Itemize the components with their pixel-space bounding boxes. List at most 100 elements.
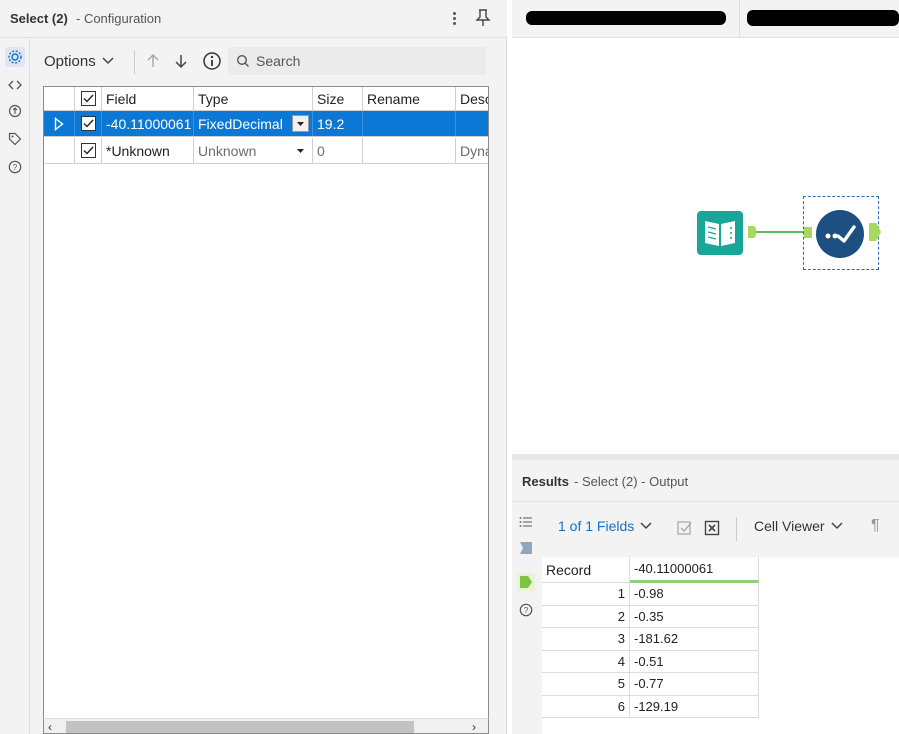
input-anchor-icon[interactable] — [517, 539, 535, 557]
record-number-cell: 3 — [542, 628, 630, 651]
pin-icon[interactable] — [475, 8, 491, 28]
chevron-down-icon — [831, 522, 843, 530]
column-header-size[interactable]: Size — [313, 87, 363, 110]
table-row[interactable]: 4 -0.51 — [542, 650, 759, 673]
workflow-tab[interactable] — [512, 0, 740, 38]
toolbar-divider — [736, 517, 737, 541]
gear-icon[interactable] — [5, 47, 25, 67]
rename-cell[interactable] — [363, 138, 456, 163]
horizontal-scrollbar[interactable]: ‹ › — [43, 718, 489, 734]
results-header: Results - Select (2) - Output — [512, 460, 899, 502]
help-icon[interactable]: ? — [5, 157, 25, 177]
value-cell[interactable]: -129.19 — [630, 695, 759, 718]
move-down-arrow-icon[interactable] — [172, 52, 190, 70]
value-column-header[interactable]: -40.11000061 — [630, 557, 759, 583]
options-dropdown-button[interactable]: Options — [36, 48, 122, 74]
move-up-arrow-icon[interactable] — [144, 52, 162, 70]
workflow-tab[interactable] — [741, 0, 899, 38]
scroll-left-chevron-icon[interactable]: ‹ — [48, 720, 60, 734]
search-box[interactable] — [228, 47, 486, 75]
configuration-header: Select (2) - Configuration — [0, 0, 507, 38]
connection-line[interactable] — [756, 231, 804, 233]
table-row[interactable]: 1 -0.98 — [542, 583, 759, 606]
fields-selector-button[interactable]: 1 of 1 Fields — [558, 518, 652, 534]
more-options-icon[interactable] — [447, 8, 461, 28]
input-data-tool-icon[interactable] — [697, 211, 743, 255]
value-cell[interactable]: -181.62 — [630, 628, 759, 651]
type-cell[interactable]: Unknown — [194, 138, 313, 163]
row-checkbox[interactable] — [80, 116, 96, 131]
row-checkbox[interactable] — [80, 143, 96, 158]
output-anchor[interactable] — [748, 226, 756, 238]
output-anchor-icon[interactable] — [517, 573, 535, 591]
help-icon[interactable]: ? — [517, 601, 535, 619]
value-cell[interactable]: -0.77 — [630, 673, 759, 696]
size-cell[interactable]: 19.2 — [313, 111, 363, 136]
column-header-description[interactable]: Desc — [456, 87, 488, 110]
info-icon[interactable] — [202, 51, 222, 71]
value-cell[interactable]: -0.98 — [630, 583, 759, 606]
workflow-tab-bar — [512, 0, 899, 38]
config-title: Select (2) — [10, 11, 68, 26]
cell-viewer-dropdown-button[interactable]: Cell Viewer — [754, 518, 843, 534]
select-tool-icon[interactable] — [816, 210, 864, 258]
record-number-cell: 5 — [542, 673, 630, 696]
column-header-rename[interactable]: Rename — [363, 87, 456, 110]
table-row[interactable]: 2 -0.35 — [542, 605, 759, 628]
type-value: Unknown — [198, 142, 257, 159]
column-header-field[interactable]: Field — [102, 87, 194, 110]
description-cell[interactable]: Dyna — [456, 138, 488, 163]
row-indicator-cell — [44, 138, 75, 163]
deselect-fields-icon[interactable] — [703, 519, 721, 537]
table-row[interactable]: -40.11000061 FixedDecimal 19.2 — [44, 111, 488, 137]
scrollbar-thumb[interactable] — [66, 721, 414, 733]
column-header-type[interactable]: Type — [194, 87, 313, 110]
svg-text:?: ? — [524, 606, 529, 615]
configuration-panel: Select (2) - Configuration ? Options Sea… — [0, 0, 507, 734]
size-cell[interactable]: 0 — [313, 138, 363, 163]
type-cell[interactable]: FixedDecimal — [194, 111, 313, 136]
type-value: FixedDecimal — [198, 115, 283, 132]
dropdown-triangle-icon — [297, 148, 304, 153]
pilcrow-icon[interactable]: ¶ — [871, 517, 880, 535]
table-row[interactable]: 3 -181.62 — [542, 628, 759, 651]
fields-label: 1 of 1 Fields — [558, 518, 635, 534]
select-all-checkbox[interactable] — [80, 91, 96, 106]
grid-header-checkbox-cell — [75, 87, 102, 110]
table-row[interactable]: 5 -0.77 — [542, 673, 759, 696]
select-all-fields-icon[interactable] — [676, 519, 694, 537]
list-icon[interactable] — [517, 513, 535, 531]
type-dropdown-button[interactable] — [292, 115, 309, 132]
grid-header-row: Field Type Size Rename Desc — [44, 87, 488, 111]
chevron-down-icon — [640, 522, 652, 530]
value-cell[interactable]: -0.51 — [630, 650, 759, 673]
results-side-strip: ? — [512, 503, 540, 734]
record-number-cell: 2 — [542, 605, 630, 628]
table-row[interactable]: 6 -129.19 — [542, 695, 759, 718]
table-row[interactable]: *Unknown Unknown 0 Dyna — [44, 138, 488, 164]
grid-header-indicator — [44, 87, 75, 110]
chevron-down-icon — [102, 57, 114, 65]
results-toolbar: 1 of 1 Fields Cell Viewer ¶ — [548, 510, 899, 544]
annotation-icon[interactable] — [5, 101, 25, 121]
scroll-right-chevron-icon[interactable]: › — [472, 720, 484, 734]
code-icon[interactable] — [5, 75, 25, 95]
config-side-strip: ? — [0, 39, 30, 734]
field-name-cell[interactable]: -40.11000061 — [102, 111, 194, 136]
results-title: Results — [522, 474, 569, 489]
search-icon — [236, 54, 249, 67]
tag-icon[interactable] — [5, 129, 25, 149]
redaction-mark — [747, 10, 899, 26]
description-cell[interactable] — [456, 111, 488, 136]
value-cell[interactable]: -0.35 — [630, 605, 759, 628]
search-input[interactable] — [256, 53, 476, 69]
row-checkbox-cell — [75, 111, 102, 136]
rename-cell[interactable] — [363, 111, 456, 136]
config-toolbar: Options — [36, 44, 488, 78]
results-subtitle: - Select (2) - Output — [574, 474, 689, 489]
record-column-header[interactable]: Record — [542, 557, 630, 583]
results-panel: Results - Select (2) - Output ? 1 of 1 F… — [512, 460, 899, 734]
field-name-cell[interactable]: *Unknown — [102, 138, 194, 163]
field-grid: Field Type Size Rename Desc -40.11000061… — [43, 86, 489, 734]
type-dropdown-button[interactable] — [292, 142, 309, 159]
